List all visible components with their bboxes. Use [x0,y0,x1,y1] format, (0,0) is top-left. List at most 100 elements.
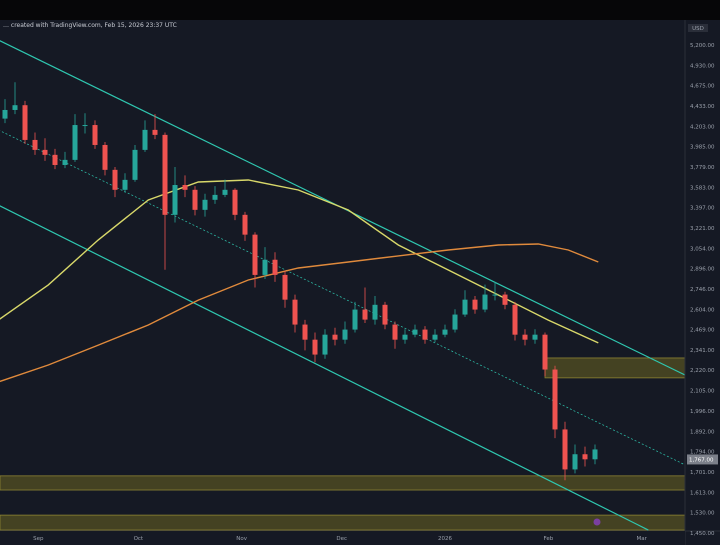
candle-body[interactable] [572,454,578,470]
price-tick-label: 4,675.00 [690,84,715,90]
currency-label: USD [692,26,704,32]
candle-body[interactable] [182,185,188,190]
time-tick-label: Mar [636,536,647,542]
candle-body[interactable] [452,314,458,330]
time-tick-label: Feb [543,536,553,542]
candle-body[interactable] [392,324,398,340]
candle-body[interactable] [532,334,538,340]
candle-body[interactable] [542,334,548,370]
candle-body[interactable] [82,125,88,127]
price-tick-label: 2,341.00 [690,348,715,354]
support-resistance-zone[interactable] [0,475,686,491]
price-tick-label: 2,746.00 [690,287,715,293]
price-tick-label: 3,054.00 [690,246,715,252]
support-resistance-zone[interactable] [544,357,686,379]
price-tick-label: 4,203.00 [690,124,715,130]
price-tick-label: 1,996.00 [690,409,715,415]
candle-body[interactable] [562,429,568,470]
candle-body[interactable] [372,304,378,320]
candle-body[interactable] [282,274,288,300]
candle-body[interactable] [152,129,158,135]
candle-body[interactable] [32,139,38,150]
candle-body[interactable] [192,189,198,210]
candle-body[interactable] [492,294,498,296]
candle-body[interactable] [462,299,468,315]
last-price-label: 1,767.00 [689,457,714,463]
candle-body[interactable] [412,329,418,335]
candle-body[interactable] [482,294,488,310]
price-axis[interactable] [685,20,720,545]
candle-body[interactable] [332,334,338,340]
price-tick-label: 1,701.00 [690,470,715,476]
candle-body[interactable] [52,154,58,165]
price-tick-label: 5,200.00 [690,43,715,49]
candle-body[interactable] [202,199,208,210]
candle-body[interactable] [432,334,438,340]
price-tick-label: 3,397.00 [690,206,715,212]
price-tick-label: 1,450.00 [690,531,715,537]
candle-body[interactable] [92,125,98,145]
price-tick-label: 3,221.00 [690,226,715,232]
price-tick-label: 2,220.00 [690,368,715,374]
candle-body[interactable] [302,324,308,340]
candle-body[interactable] [102,144,108,170]
price-tick-label: 4,930.00 [690,63,715,69]
candle-body[interactable] [2,109,8,119]
support-resistance-zone[interactable] [0,514,686,531]
candle-body[interactable] [402,334,408,340]
price-tick-label: 2,604.00 [690,307,715,313]
moving-average-ma-slow[interactable] [0,243,599,383]
candle-body[interactable] [262,259,268,275]
event-flag-icon[interactable] [593,518,601,526]
candle-body[interactable] [382,304,388,325]
candle-body[interactable] [352,309,358,330]
candle-body[interactable] [132,149,138,180]
candle-body[interactable] [252,234,258,275]
moving-average-ma-fast[interactable] [0,179,599,344]
candle-body[interactable] [162,134,168,215]
candle-body[interactable] [422,329,428,340]
candle-body[interactable] [322,334,328,355]
price-tick-label: 2,469.00 [690,328,715,334]
candle-body[interactable] [212,194,218,200]
candle-body[interactable] [242,214,248,235]
candle-body[interactable] [22,105,28,140]
price-tick-label: 1,892.00 [690,429,715,435]
candle-body[interactable] [42,149,48,155]
candle-body[interactable] [522,334,528,340]
time-tick-label: Oct [134,536,144,542]
price-tick-label: 3,583.00 [690,185,715,191]
candle-body[interactable] [472,299,478,310]
candle-body[interactable] [172,185,178,215]
candle-body[interactable] [72,125,78,160]
candle-body[interactable] [582,454,588,460]
channel-line-middle[interactable] [0,130,686,466]
candle-body[interactable] [232,189,238,215]
candle-body[interactable] [552,369,558,430]
price-chart[interactable]: USD 5,200.00 4,930.00 4,675.00 4,433.00 4,203… [0,0,720,545]
price-tick-label: 1,530.00 [690,510,715,516]
time-tick-label: 2026 [438,536,452,542]
candle-body[interactable] [502,294,508,305]
candle-body[interactable] [62,159,68,165]
price-tick-label: 4,433.00 [690,104,715,110]
candle-body[interactable] [362,309,368,320]
price-tick-label: 2,105.00 [690,389,715,395]
candle-body[interactable] [342,329,348,340]
time-tick-label: Dec [336,536,347,542]
candle-body[interactable] [292,299,298,325]
candle-body[interactable] [222,189,228,195]
candle-body[interactable] [592,449,598,460]
candle-body[interactable] [442,329,448,335]
price-tick-label: 3,779.00 [690,165,715,171]
candle-body[interactable] [272,259,278,275]
candle-body[interactable] [142,129,148,150]
candle-body[interactable] [122,179,128,190]
candle-body[interactable] [312,339,318,355]
candle-body[interactable] [112,169,118,190]
candle-body[interactable] [512,304,518,335]
time-tick-label: Sep [33,536,44,542]
candle-body[interactable] [12,105,18,110]
time-tick-label: Nov [236,536,247,542]
price-tick-label: 1,613.00 [690,490,715,496]
